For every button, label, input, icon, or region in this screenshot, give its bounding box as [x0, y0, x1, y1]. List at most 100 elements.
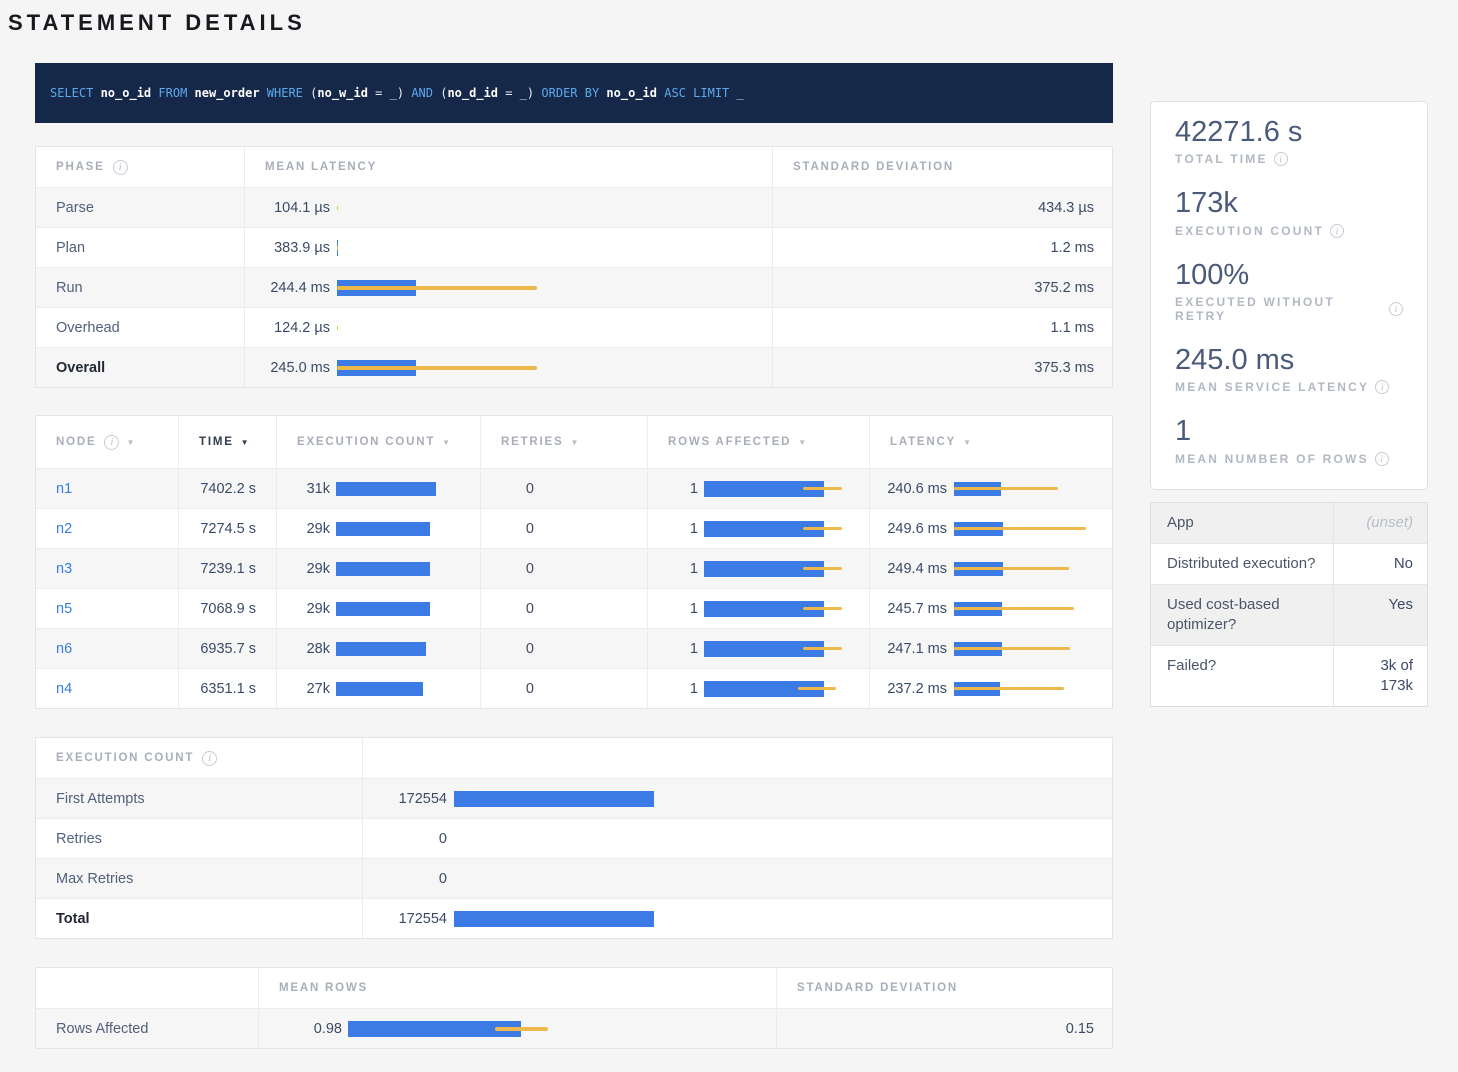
table-row: First Attempts 172554: [36, 778, 1112, 818]
rows-affected-column-header[interactable]: ROWS AFFECTED ▼: [647, 416, 869, 468]
summary-sidebar: 42271.6 s TOTAL TIMEi 173k EXECUTION COU…: [1150, 101, 1428, 707]
sql-statement: SELECT no_o_id FROM new_order WHERE (no_…: [35, 63, 1113, 123]
table-row: Total 172554: [36, 898, 1112, 938]
std-dev-value: 0.15: [776, 1009, 1114, 1048]
count-bar: [454, 790, 654, 808]
info-icon[interactable]: i: [202, 751, 217, 766]
time-column-header[interactable]: TIME ▼: [178, 416, 276, 468]
detail-label: Distributed execution?: [1151, 544, 1333, 584]
sort-desc-icon: ▼: [798, 438, 808, 447]
detail-row-cost-based-optimizer: Used cost-based optimizer? Yes: [1151, 584, 1427, 645]
retries-column-header[interactable]: RETRIES ▼: [480, 416, 647, 468]
sql-token: new_order: [195, 87, 260, 99]
execution-count-value: 29k: [277, 601, 330, 617]
info-icon[interactable]: i: [113, 160, 128, 175]
stat-value: 42271.6 s: [1175, 116, 1403, 149]
detail-row-app: App (unset): [1151, 503, 1427, 543]
rows-affected-label: Rows Affected: [36, 1009, 258, 1048]
main-content: SELECT no_o_id FROM new_order WHERE (no_…: [35, 36, 1113, 1049]
execution-count-value: 28k: [277, 641, 330, 657]
detail-value: Yes: [1333, 585, 1427, 645]
stat-value: 173k: [1175, 187, 1403, 220]
sql-token: [151, 87, 158, 99]
latency-bar: [337, 279, 537, 297]
info-icon[interactable]: i: [104, 435, 119, 450]
std-dev-value: 1.1 ms: [772, 308, 1114, 347]
execution-count-column-header[interactable]: EXECUTION COUNT ▼: [276, 416, 480, 468]
node-link[interactable]: n1: [36, 481, 72, 497]
mean-latency-column-header: MEAN LATENCY: [244, 147, 772, 187]
summary-stats-card: 42271.6 s TOTAL TIMEi 173k EXECUTION COU…: [1150, 101, 1428, 490]
table-row: Parse 104.1 µs 434.3 µs: [36, 187, 1112, 227]
latency-bar: [337, 199, 537, 217]
sql-token: ASC: [664, 87, 686, 99]
node-link[interactable]: n3: [36, 561, 72, 577]
phase-table: PHASE i MEAN LATENCY STANDARD DEVIATION …: [35, 146, 1113, 388]
mean-latency-value: 383.9 µs: [245, 240, 330, 256]
table-row: Overall 245.0 ms 375.3 ms: [36, 347, 1112, 387]
node-link[interactable]: n5: [36, 601, 72, 617]
execution-count-value: 27k: [277, 681, 330, 697]
exec-row-value: 0: [363, 871, 447, 887]
execution-count-table: EXECUTION COUNT i First Attempts 172554 …: [35, 737, 1113, 939]
exec-row-value: 0: [363, 831, 447, 847]
execution-count-value: 29k: [277, 561, 330, 577]
rows-affected-value: 1: [648, 521, 698, 537]
detail-value: (unset): [1333, 503, 1427, 543]
sql-token: no_w_id: [317, 87, 368, 99]
info-icon[interactable]: i: [1330, 224, 1344, 238]
latency-bar: [954, 560, 1086, 578]
latency-bar: [337, 319, 537, 337]
std-dev-value: 375.2 ms: [772, 268, 1114, 307]
sort-desc-icon: ▼: [126, 438, 136, 447]
sql-token: AND: [411, 87, 440, 99]
node-link[interactable]: n4: [36, 681, 72, 697]
info-icon[interactable]: i: [1375, 452, 1389, 466]
stat-total-time: 42271.6 s TOTAL TIMEi: [1175, 116, 1403, 166]
std-dev-value: 1.2 ms: [772, 228, 1114, 267]
sql-token: SELECT: [50, 87, 101, 99]
execution-count-bar: [336, 600, 436, 618]
mean-latency-value: 244.4 ms: [245, 280, 330, 296]
latency-bar: [954, 640, 1086, 658]
table-row: n5 7068.9 s 29k 0 1 245.7 ms: [36, 588, 1112, 628]
table-row: n4 6351.1 s 27k 0 1 237.2 ms: [36, 668, 1112, 708]
sort-desc-icon: ▼: [570, 438, 580, 447]
layout: SELECT no_o_id FROM new_order WHERE (no_…: [0, 36, 1458, 1049]
rows-affected-value: 1: [648, 641, 698, 657]
phase-label: Plan: [36, 228, 244, 267]
mean-latency-value: 104.1 µs: [245, 200, 330, 216]
info-icon[interactable]: i: [1274, 152, 1288, 166]
detail-label: App: [1151, 503, 1333, 543]
rows-affected-value: 1: [648, 561, 698, 577]
sql-token: [260, 87, 267, 99]
retries-value: 0: [481, 561, 534, 577]
latency-value: 245.7 ms: [870, 601, 947, 617]
phase-label: Parse: [36, 188, 244, 227]
std-dev-value: 375.3 ms: [772, 348, 1114, 387]
node-link[interactable]: n2: [36, 521, 72, 537]
node-link[interactable]: n6: [36, 641, 72, 657]
time-value: 7239.1 s: [178, 549, 276, 588]
info-icon[interactable]: i: [1375, 380, 1389, 394]
time-value: 7274.5 s: [178, 509, 276, 548]
latency-value: 247.1 ms: [870, 641, 947, 657]
detail-label: Failed?: [1151, 646, 1333, 706]
exec-row-value: 172554: [363, 911, 447, 927]
rows-affected-bar: [704, 480, 842, 498]
std-dev-column-header: STANDARD DEVIATION: [776, 968, 1114, 1008]
latency-column-header[interactable]: LATENCY ▼: [869, 416, 1114, 468]
latency-bar: [954, 680, 1086, 698]
execution-count-bar: [336, 560, 436, 578]
detail-label: Used cost-based optimizer?: [1151, 585, 1333, 645]
phase-label: Overall: [36, 348, 244, 387]
latency-bar: [954, 520, 1086, 538]
sql-token: _: [737, 87, 744, 99]
stat-mean-service-latency: 245.0 ms MEAN SERVICE LATENCYi: [1175, 344, 1403, 394]
mean-latency-value: 245.0 ms: [245, 360, 330, 376]
mean-rows-value: 0.98: [259, 1021, 342, 1037]
mean-rows-bar: [348, 1020, 548, 1038]
info-icon[interactable]: i: [1389, 302, 1403, 316]
node-column-header[interactable]: NODE i ▼: [36, 416, 178, 468]
stat-value: 245.0 ms: [1175, 344, 1403, 377]
